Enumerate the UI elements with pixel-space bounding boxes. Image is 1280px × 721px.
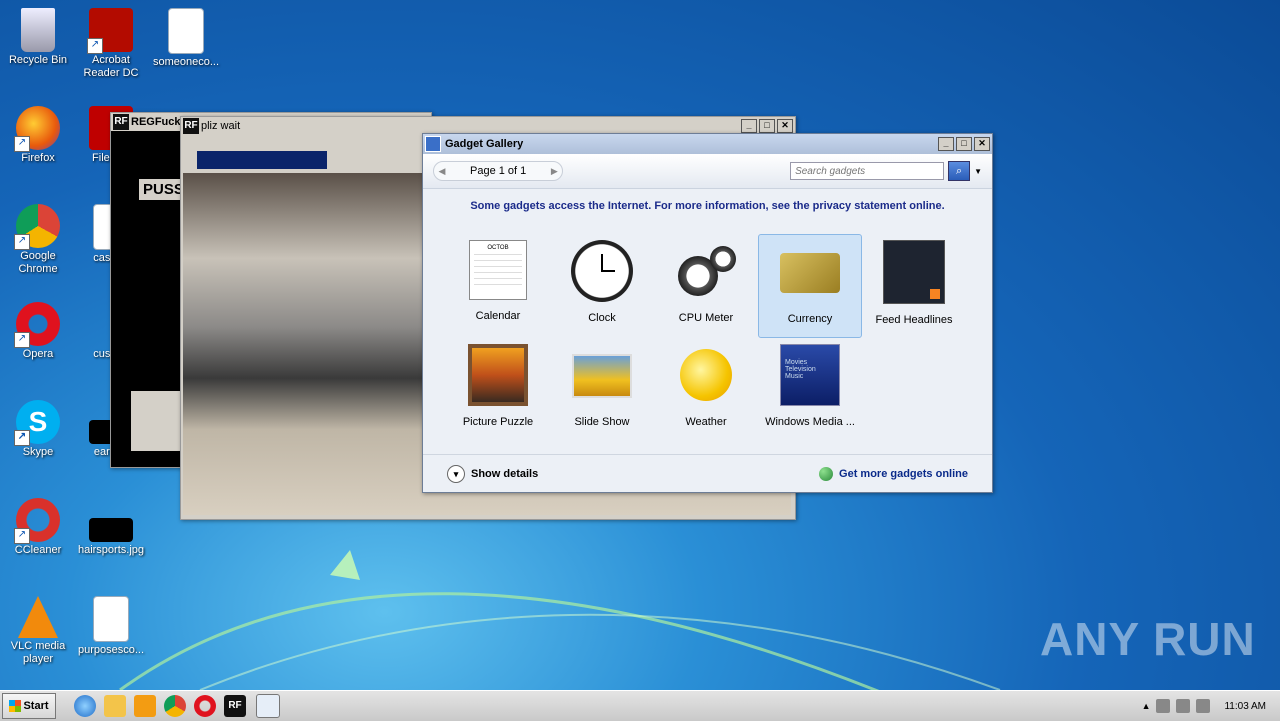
desktop-icon-someoneco[interactable]: someoneco...	[148, 8, 224, 69]
feed-icon	[883, 240, 945, 304]
gadget-clock[interactable]: Clock	[550, 234, 654, 338]
clock-icon	[571, 240, 633, 302]
close-button[interactable]: ✕	[974, 137, 990, 151]
slideshow-icon	[572, 354, 632, 398]
desktop-icon-recycle-bin[interactable]: Recycle Bin	[0, 8, 76, 67]
cpu-meter-icon	[676, 240, 736, 302]
network-icon[interactable]	[1156, 699, 1171, 713]
windows-logo-icon	[9, 700, 22, 713]
globe-icon	[819, 466, 834, 481]
gadget-feed-headlines[interactable]: Feed Headlines	[862, 234, 966, 338]
vlc-icon	[18, 596, 58, 638]
file-explorer-icon[interactable]	[104, 695, 126, 717]
opera-icon[interactable]	[194, 695, 216, 717]
word-document-icon	[93, 596, 129, 642]
chevron-down-icon: ▾	[447, 464, 465, 483]
desktop-icon-opera[interactable]: ↗ Opera	[0, 302, 76, 361]
internet-explorer-icon[interactable]	[74, 695, 96, 717]
clock[interactable]: 11:03 AM	[1224, 701, 1266, 712]
gadget-cpu-meter[interactable]: CPU Meter	[654, 234, 758, 338]
gadget-gallery-taskbar-icon[interactable]	[256, 694, 280, 718]
anyrun-watermark: ANY RUN	[1040, 613, 1256, 665]
rf-app-icon[interactable]: RF	[224, 695, 246, 717]
minimize-button[interactable]: _	[938, 137, 954, 151]
black-image-icon	[89, 518, 133, 542]
maximize-button[interactable]: □	[759, 119, 775, 133]
progress-bar	[197, 151, 327, 169]
action-center-flag-icon[interactable]	[1196, 699, 1211, 713]
gallery-footer: ▾ Show details Get more gadgets online	[423, 454, 992, 492]
word-document-icon	[168, 8, 204, 54]
recycle-bin-icon	[21, 8, 55, 52]
desktop-icon-skype[interactable]: S ↗ Skype	[0, 400, 76, 459]
desktop-icon-purposesco[interactable]: purposesco...	[73, 596, 149, 657]
desktop-icon-hairsports[interactable]: hairsports.jpg	[73, 498, 149, 557]
close-button[interactable]: ✕	[777, 119, 793, 133]
search-options-dropdown-icon[interactable]: ▼	[974, 167, 982, 176]
calendar-icon: OCTOB	[469, 240, 527, 300]
desktop-icon-ccleaner[interactable]: ↗ CCleaner	[0, 498, 76, 557]
gadget-windows-media-center[interactable]: Movies Television Music Windows Media ..…	[758, 338, 862, 442]
next-page-icon[interactable]: ▶	[546, 163, 562, 179]
search-input[interactable]: Search gadgets	[790, 162, 945, 180]
gadget-grid: OCTOB Calendar Clock CPU Meter Currency …	[446, 234, 966, 442]
firefox-icon: ↗	[14, 106, 60, 152]
prev-page-icon[interactable]: ◀	[434, 163, 450, 179]
gadget-slide-show[interactable]: Slide Show	[550, 338, 654, 442]
privacy-notice[interactable]: Some gadgets access the Internet. For mo…	[423, 200, 992, 212]
gadget-calendar[interactable]: OCTOB Calendar	[446, 234, 550, 338]
pager: ◀ Page 1 of 1 ▶	[433, 161, 564, 181]
minimize-button[interactable]: _	[741, 119, 757, 133]
media-player-icon[interactable]	[134, 695, 156, 717]
gadget-currency[interactable]: Currency	[758, 234, 862, 338]
search-icon[interactable]: ⌕	[948, 161, 971, 181]
desktop-icon-acrobat[interactable]: ↗ Acrobat Reader DC	[73, 8, 149, 80]
currency-icon	[780, 253, 840, 293]
chrome-icon[interactable]	[164, 695, 186, 717]
page-indicator: Page 1 of 1	[470, 165, 527, 177]
weather-icon	[680, 349, 732, 401]
start-button[interactable]: Start	[2, 693, 56, 719]
system-tray: ▲ 11:03 AM	[1142, 693, 1280, 719]
ccleaner-icon: ↗	[14, 498, 60, 544]
desktop-icon-google-chrome[interactable]: ↗ Google Chrome	[0, 204, 76, 276]
desktop-icon-firefox[interactable]: ↗ Firefox	[0, 106, 76, 165]
opera-icon: ↗	[14, 302, 60, 348]
get-more-gadgets-link[interactable]: Get more gadgets online	[819, 466, 968, 481]
chrome-icon: ↗	[14, 204, 60, 250]
media-center-icon: Movies Television Music	[780, 344, 840, 406]
gadget-weather[interactable]: Weather	[654, 338, 758, 442]
show-hidden-icons-icon[interactable]: ▲	[1142, 701, 1151, 711]
gadget-picture-puzzle[interactable]: Picture Puzzle	[446, 338, 550, 442]
acrobat-icon: ↗	[87, 8, 133, 54]
desktop-icon-vlc[interactable]: VLC media player	[0, 596, 76, 666]
maximize-button[interactable]: □	[956, 137, 972, 151]
show-details-button[interactable]: ▾ Show details	[447, 464, 538, 483]
gallery-toolbar: ◀ Page 1 of 1 ▶ Search gadgets ⌕ ▼	[423, 154, 992, 189]
volume-icon[interactable]	[1176, 699, 1191, 713]
skype-icon: S ↗	[14, 400, 60, 446]
gallery-titlebar[interactable]: Gadget Gallery _ □ ✕	[423, 134, 992, 154]
rf-app-icon: RF	[113, 114, 129, 130]
puzzle-icon	[468, 344, 528, 406]
rf-app-icon: RF	[183, 118, 199, 134]
taskbar: Start RF ▲ 11:03 AM	[0, 690, 1280, 721]
gadget-gallery-icon	[425, 136, 441, 152]
